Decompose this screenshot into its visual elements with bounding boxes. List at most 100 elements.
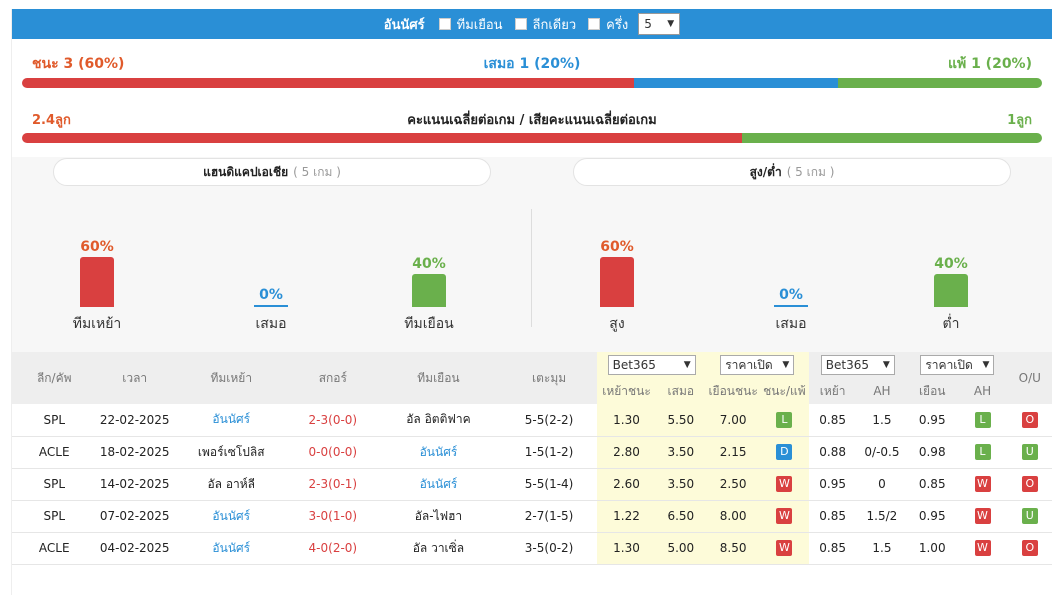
checkbox-icon[interactable] — [588, 18, 601, 30]
stat-bar — [80, 257, 114, 307]
handicap-stat-2: 40% ทีมเยือน — [384, 256, 474, 335]
away-team-link[interactable]: อัล วาเซิ่ล — [413, 541, 464, 555]
home-win-odds: 1.30 — [597, 404, 656, 437]
home-team-cell: เพอร์เซโปลิส — [172, 436, 290, 469]
bookmaker2-cell: Bet365 ▼ — [808, 352, 908, 378]
ah-line: 0 — [856, 468, 908, 501]
win-draw-loss-bar — [22, 78, 1042, 88]
ou-badge: O — [1021, 540, 1038, 556]
price2-select[interactable]: ราคาเปิด ▼ — [920, 355, 995, 375]
away-team-link[interactable]: อันนัศร์ — [420, 445, 458, 459]
ah-away-odds: 0.85 — [907, 468, 958, 501]
goals-summary: 2.4ลูก คะแนนเฉลี่ยต่อเกม / เสียคะแนนเฉลี… — [22, 109, 1042, 129]
table-row[interactable]: SPL 22-02-2025 อันนัศร์ 2-3(0-0) อัล อิตติฟา… — [12, 404, 1052, 437]
recent-matches-table: ลีก/คัพ เวลา ทีมเหย้า สกอร์ ทีมเยือน เตะ… — [12, 352, 1052, 565]
handicap-stat-0: 60% ทีมเหย้า — [52, 239, 142, 335]
away-team-link[interactable]: อัล-ไฟฮา — [415, 509, 462, 523]
filter-same-league-checkbox[interactable]: ลีกเดียว — [514, 14, 576, 35]
date-cell: 14-02-2025 — [96, 468, 173, 501]
home-team-link[interactable]: อันนัศร์ — [212, 509, 250, 523]
ou-result-cell: U — [1007, 500, 1052, 533]
col-ah2: AH — [957, 378, 1008, 404]
ou-result-cell: U — [1007, 436, 1052, 469]
recent-form-panel: อันนัศร์ ทีมเยือน ลีกเดียว ครึ่ง 5 ▼ ชนะ … — [11, 9, 1052, 595]
goals-bar — [22, 133, 1042, 143]
table-row[interactable]: ACLE 04-02-2025 อันนัศร์ 4-0(2-0) อัล วาเซิ่… — [12, 532, 1052, 565]
result-badge: W — [974, 540, 991, 556]
wl-result-cell: D — [760, 436, 809, 469]
away-team-cell: อัล วาเซิ่ล — [376, 532, 501, 565]
col-league: ลีก/คัพ — [12, 352, 97, 404]
result-badge: L — [974, 444, 991, 460]
ah-away-odds: 0.95 — [907, 500, 958, 533]
home-win-odds: 1.22 — [597, 500, 656, 533]
loss-label: แพ้ 1 (20%) — [947, 56, 1032, 72]
filter-bar: อันนัศร์ ทีมเยือน ลีกเดียว ครึ่ง 5 ▼ — [12, 9, 1052, 39]
score-cell: 4-0(2-0) — [289, 532, 377, 565]
stat-bar — [600, 257, 634, 307]
stat-label: สูง — [609, 316, 625, 332]
scored-bar-segment — [22, 133, 742, 143]
away-team-cell: อันนัศร์ — [376, 436, 501, 469]
goals-conceded-label: 1ลูก — [1007, 113, 1032, 128]
result-badge: W — [974, 476, 991, 492]
match-count-select[interactable]: 5 ▼ — [638, 13, 681, 35]
checkbox-icon[interactable] — [438, 18, 451, 30]
stat-percent: 0% — [779, 287, 803, 303]
away-win-odds: 7.00 — [705, 404, 761, 437]
away-team-link[interactable]: อันนัศร์ — [420, 477, 458, 491]
stat-label: เสมอ — [255, 316, 287, 332]
col-away: ทีมเยือน — [376, 352, 501, 404]
away-team-cell: อันนัศร์ — [376, 468, 501, 501]
ou-result-cell: O — [1007, 404, 1052, 437]
corners-cell: 3-5(0-2) — [500, 532, 598, 565]
home-team-link[interactable]: อันนัศร์ — [212, 412, 250, 426]
table-row[interactable]: SPL 14-02-2025 อัล อาห์ลี 2-3(0-1) อันนัศร์ 5… — [12, 468, 1052, 501]
draw-odds: 3.50 — [655, 468, 706, 501]
col-ah: AH — [856, 378, 908, 404]
score-cell: 3-0(1-0) — [289, 500, 377, 533]
chevron-down-icon: ▼ — [782, 360, 790, 370]
ou-badge: U — [1021, 508, 1038, 524]
result-badge: D — [776, 444, 793, 460]
team-name: อันนัศร์ — [383, 17, 425, 33]
col-draw: เสมอ — [655, 378, 706, 404]
price1-select[interactable]: ราคาเปิด ▼ — [720, 355, 795, 375]
checkbox-icon[interactable] — [514, 18, 527, 30]
col-score: สกอร์ — [289, 352, 377, 404]
away-team-cell: อัล-ไฟฮา — [376, 500, 501, 533]
bookmaker1-select[interactable]: Bet365 ▼ — [607, 355, 696, 375]
home-team-link[interactable]: อันนัศร์ — [212, 541, 250, 555]
col-ou: O/U — [1007, 352, 1052, 404]
stat-percent: 60% — [80, 239, 114, 255]
ah-result-cell: L — [957, 436, 1008, 469]
col-time: เวลา — [96, 352, 173, 404]
draw-odds: 5.50 — [655, 404, 706, 437]
score-cell: 2-3(0-1) — [289, 468, 377, 501]
wl-result-cell: L — [760, 404, 809, 437]
draw-odds: 5.00 — [655, 532, 706, 565]
league-cell: SPL — [12, 468, 97, 501]
corners-cell: 2-7(1-5) — [500, 500, 598, 533]
away-team-link[interactable]: อัล อิตติฟาค — [406, 412, 470, 426]
score-value: 4-0(2-0) — [308, 541, 358, 555]
ah-result-cell: W — [957, 532, 1008, 565]
filter-away-checkbox[interactable]: ทีมเยือน — [438, 14, 503, 35]
chevron-down-icon: ▼ — [667, 19, 675, 29]
home-team-link[interactable]: เพอร์เซโปลิส — [198, 445, 265, 459]
handicap-stat-1: 0% เสมอ — [226, 287, 316, 335]
result-badge: W — [776, 540, 793, 556]
ah-line: 1.5 — [856, 532, 908, 565]
away-win-odds: 2.15 — [705, 436, 761, 469]
ah-home-odds: 0.88 — [808, 436, 857, 469]
filter-half-checkbox[interactable]: ครึ่ง — [588, 14, 628, 35]
bookmaker2-select[interactable]: Bet365 ▼ — [820, 355, 895, 375]
ah-away-odds: 1.00 — [907, 532, 958, 565]
home-team-link[interactable]: อัล อาห์ลี — [207, 477, 255, 491]
col-away-win: เยือนชนะ — [705, 378, 761, 404]
home-team-cell: อันนัศร์ — [172, 532, 290, 565]
table-row[interactable]: ACLE 18-02-2025 เพอร์เซโปลิส 0-0(0-0) อันนัศ… — [12, 436, 1052, 469]
away-win-odds: 8.50 — [705, 532, 761, 565]
draw-odds: 6.50 — [655, 500, 706, 533]
table-row[interactable]: SPL 07-02-2025 อันนัศร์ 3-0(1-0) อัล-ไฟฮา 2-7… — [12, 500, 1052, 533]
